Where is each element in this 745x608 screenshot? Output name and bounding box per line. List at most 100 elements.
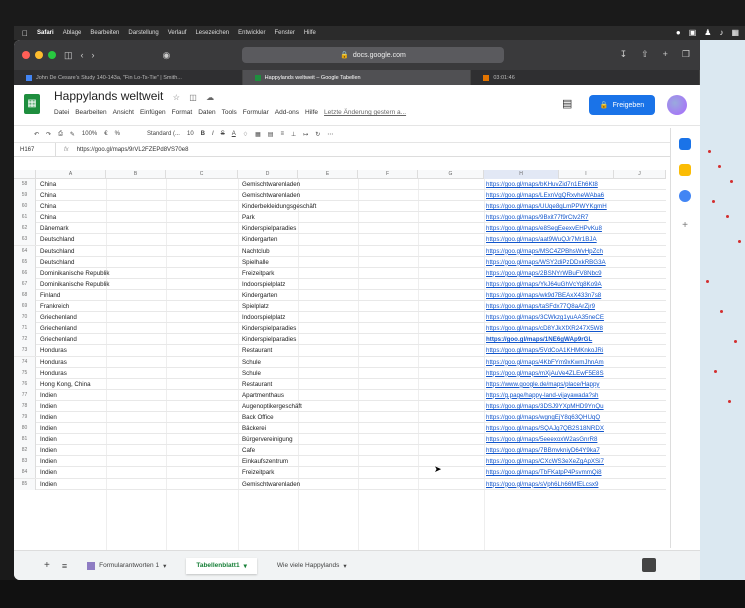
undo-icon[interactable]: ↶ [34, 131, 39, 138]
zoom-select[interactable]: 100% [82, 131, 97, 137]
cell-type[interactable]: Kindergarten [242, 236, 482, 243]
row-number[interactable]: 70 [14, 312, 36, 324]
cell-link[interactable]: https://goo.gl/maps/3CWkzg1yuAA35neCE [486, 314, 664, 321]
table-row[interactable]: 69 Frankreich Spielplatz https://goo.gl/map… [14, 301, 666, 313]
cell-country[interactable]: Finland [40, 292, 240, 299]
table-row[interactable]: 75 Honduras Schule https://goo.gl/maps/mXjA… [14, 367, 666, 379]
cell-link[interactable]: https://goo.gl/maps/MSC4ZPBhsWvHpZch [486, 248, 664, 255]
cell-link[interactable]: https://goo.gl/maps/wgngEjY8q63QHUqQ [486, 414, 664, 421]
column-header-i[interactable]: I [559, 170, 614, 179]
cell-link[interactable]: https://goo.gl/maps/aat9WuQJr7Mr1BJA [486, 236, 664, 243]
cell-link[interactable]: https://goo.gl/maps/2BSNYrWBuFV8Nbc9 [486, 270, 664, 277]
cell-country[interactable]: Indien [40, 436, 240, 443]
borders-icon[interactable]: ▦ [255, 131, 261, 138]
cell-country[interactable]: China [40, 203, 240, 210]
cell-type[interactable]: Bürgervereinigung [242, 436, 482, 443]
row-number[interactable]: 68 [14, 289, 36, 301]
cell-type[interactable]: Kindergarten [242, 292, 482, 299]
cell-country[interactable]: Indien [40, 458, 240, 465]
name-box[interactable]: H167 [14, 143, 56, 156]
menu-addons[interactable]: Add-ons [275, 109, 299, 116]
add-addon-icon[interactable]: + [679, 220, 691, 232]
more-icon[interactable]: ⋯ [327, 131, 333, 138]
cell-country[interactable]: Honduras [40, 370, 240, 377]
table-row[interactable]: 65 Deutschland Spielhalle https://goo.gl/ma… [14, 256, 666, 268]
cell-type[interactable]: Kinderbekleidungsgeschäft [242, 203, 482, 210]
valign-icon[interactable]: ⊥ [291, 131, 296, 138]
row-number[interactable]: 60 [14, 201, 36, 213]
row-number[interactable]: 75 [14, 367, 36, 379]
table-row[interactable]: 83 Indien Einkaufszentrum https://goo.gl/ma… [14, 456, 666, 468]
cell-link[interactable]: https://goo.gl/maps/5eeexoxW2asGnrR8 [486, 436, 664, 443]
table-row[interactable]: 60 China Kinderbekleidungsgeschäft https://… [14, 201, 666, 213]
zoom-window-button[interactable] [48, 51, 56, 59]
cell-type[interactable]: Freizeitpark [242, 469, 482, 476]
column-header-h[interactable]: H [484, 170, 559, 179]
cell-country[interactable]: Deutschland [40, 259, 240, 266]
table-row[interactable]: 73 Honduras Restaurant https://goo.gl/maps/… [14, 345, 666, 357]
strikethrough-icon[interactable]: S [221, 131, 225, 137]
select-all-corner[interactable] [14, 170, 36, 179]
redo-icon[interactable]: ↷ [46, 131, 51, 138]
cell-type[interactable]: Indoorspielplatz [242, 314, 482, 321]
currency-icon[interactable]: € [104, 131, 107, 137]
row-number[interactable]: 67 [14, 278, 36, 290]
row-number[interactable]: 58 [14, 179, 36, 190]
share-button[interactable]: 🔒 Freigeben [589, 95, 655, 115]
record-icon[interactable]: ● [676, 28, 681, 37]
explore-button[interactable] [642, 558, 656, 572]
browser-tab-study[interactable]: John De Cesare's Study 140-143a, "Fin Lo… [14, 70, 243, 85]
cell-link[interactable]: https://goo.gl/maps/bKHuvZid7n1Eh6Kt8 [486, 181, 664, 188]
cell-type[interactable]: Park [242, 214, 482, 221]
close-window-button[interactable] [22, 51, 30, 59]
cell-link[interactable]: https://goo.gl/maps/e8SegEeexvEHPvKu8 [486, 225, 664, 232]
menu-tools[interactable]: Tools [222, 109, 237, 116]
table-row[interactable]: 79 Indien Back Office https://goo.gl/maps/w… [14, 411, 666, 424]
cell-type[interactable]: Schule [242, 359, 482, 366]
table-row[interactable]: 61 China Park https://goo.gl/maps/9Bxit77f9… [14, 212, 666, 224]
tab-overview-icon[interactable]: ❐ [682, 49, 690, 60]
table-row[interactable]: 80 Indien Bäckerei https://goo.gl/maps/SQAJ… [14, 423, 666, 435]
back-icon[interactable]: ‹ [81, 50, 84, 60]
menubar-item-entwickler[interactable]: Entwickler [238, 30, 265, 36]
table-row[interactable]: 77 Indien Apartmenthaus https://g.page/happ… [14, 389, 666, 401]
cell-type[interactable]: Apartmenthaus [242, 392, 482, 399]
table-row[interactable]: 85 Indien Gemischtwarenladen https://goo.gl… [14, 478, 666, 490]
cell-type[interactable]: Back Office [242, 414, 482, 421]
forward-icon[interactable]: › [92, 50, 95, 60]
row-number[interactable]: 73 [14, 345, 36, 357]
cell-country[interactable]: China [40, 214, 240, 221]
cell-type[interactable]: Schule [242, 370, 482, 377]
sheets-logo-icon[interactable]: ▦ [24, 94, 40, 114]
row-number[interactable]: 82 [14, 445, 36, 457]
download-icon[interactable]: ↧ [620, 49, 628, 60]
menubar-item-lesezeichen[interactable]: Lesezeichen [195, 30, 229, 36]
table-row[interactable]: 74 Honduras Schule https://goo.gl/maps/4KbF… [14, 356, 666, 368]
calendar-icon[interactable] [679, 138, 691, 150]
cell-link[interactable]: https://goo.gl/maps/TbFKatpP4PsvmmQi8 [486, 469, 664, 476]
row-number[interactable]: 84 [14, 467, 36, 479]
cell-link[interactable]: https://goo.gl/maps/LExnVgQRxvheWAba6 [486, 192, 664, 199]
percent-icon[interactable]: % [115, 131, 120, 137]
row-number[interactable]: 65 [14, 256, 36, 268]
table-row[interactable]: 76 Hong Kong, China Restaurant https://www.… [14, 378, 666, 390]
keep-icon[interactable] [679, 164, 691, 176]
text-color-icon[interactable]: A [232, 131, 236, 137]
cell-country[interactable]: Hong Kong, China [40, 381, 240, 388]
sheet-tab-wie-viele[interactable]: Wie viele Happylands ▾ [277, 562, 347, 570]
row-number[interactable]: 69 [14, 301, 36, 313]
row-number[interactable]: 74 [14, 356, 36, 368]
menu-einfuegen[interactable]: Einfügen [140, 109, 166, 116]
add-sheet-icon[interactable]: + [44, 560, 50, 571]
cell-link[interactable]: https://goo.gl/maps/UUqe8gLmPPWYKgmH [486, 203, 664, 210]
cell-type[interactable]: Restaurant [242, 381, 482, 388]
formula-input[interactable]: https://goo.gl/maps/9rVL2FZEPd8VS70e8 [77, 147, 189, 153]
avatar[interactable] [667, 95, 687, 115]
user-icon[interactable]: ♟ [704, 28, 711, 37]
cell-link[interactable]: https://goo.gl/maps/7BBmvkniyD64Y9ka7 [486, 447, 664, 454]
cell-link[interactable]: https://goo.gl/maps/SQAJg7QB2S18NRDX [486, 425, 664, 432]
cell-country[interactable]: Indien [40, 469, 240, 476]
menu-daten[interactable]: Daten [198, 109, 215, 116]
cell-country[interactable]: Griechenland [40, 314, 240, 321]
cell-link[interactable]: https://g.page/happy-land-vijayawada?sh [486, 392, 664, 399]
